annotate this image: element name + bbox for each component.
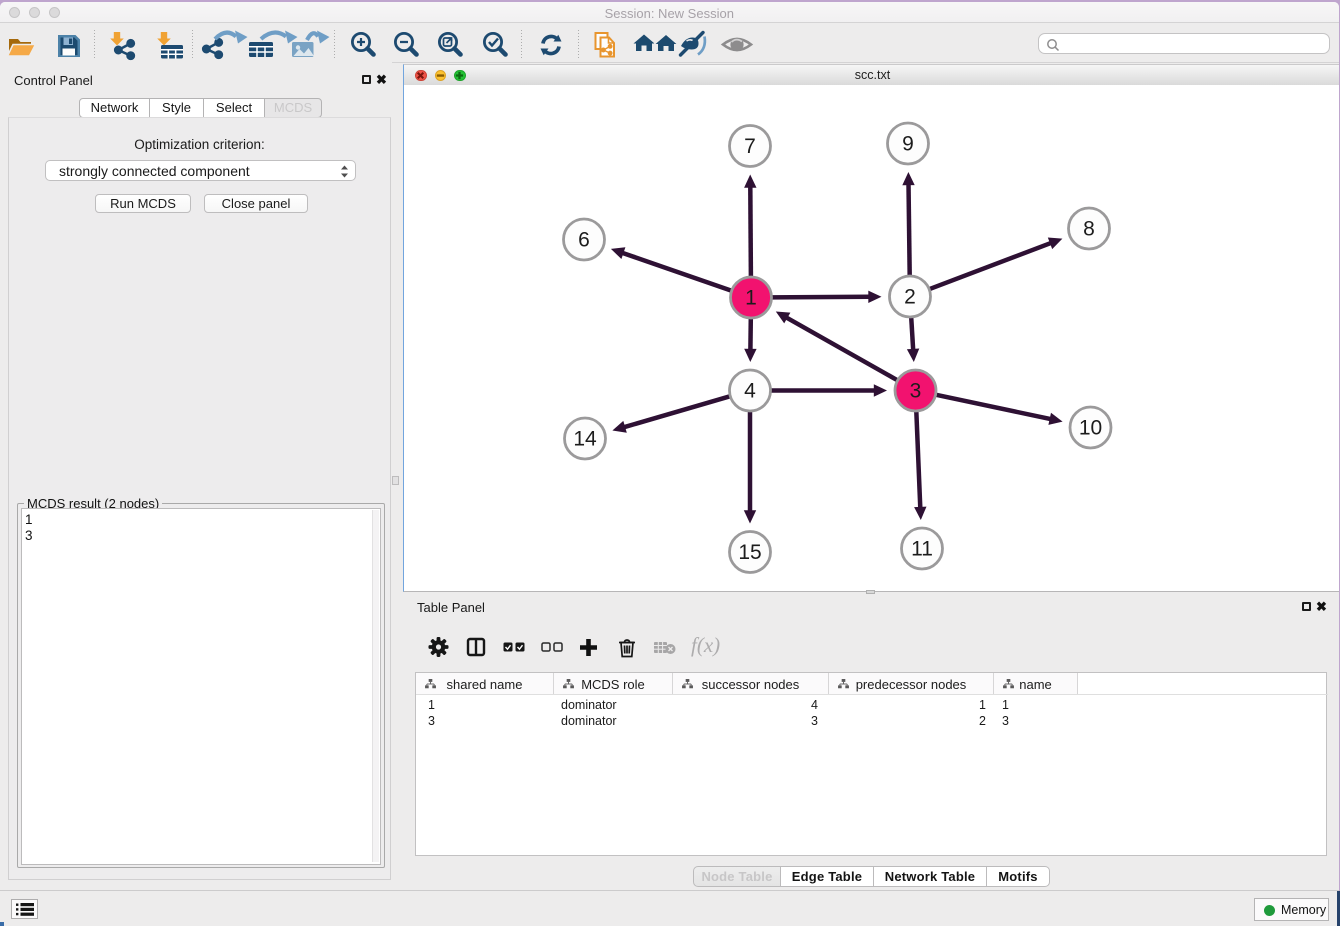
svg-text:1: 1 — [745, 287, 757, 310]
svg-text:15: 15 — [738, 541, 761, 564]
svg-text:8: 8 — [1083, 218, 1095, 241]
svg-text:11: 11 — [911, 538, 933, 561]
svg-text:9: 9 — [902, 133, 914, 156]
svg-text:7: 7 — [744, 135, 756, 158]
svg-text:3: 3 — [910, 380, 922, 403]
svg-text:14: 14 — [573, 428, 597, 451]
svg-text:2: 2 — [904, 286, 916, 309]
svg-text:6: 6 — [578, 229, 590, 252]
svg-text:10: 10 — [1079, 417, 1102, 440]
svg-text:4: 4 — [744, 380, 756, 403]
